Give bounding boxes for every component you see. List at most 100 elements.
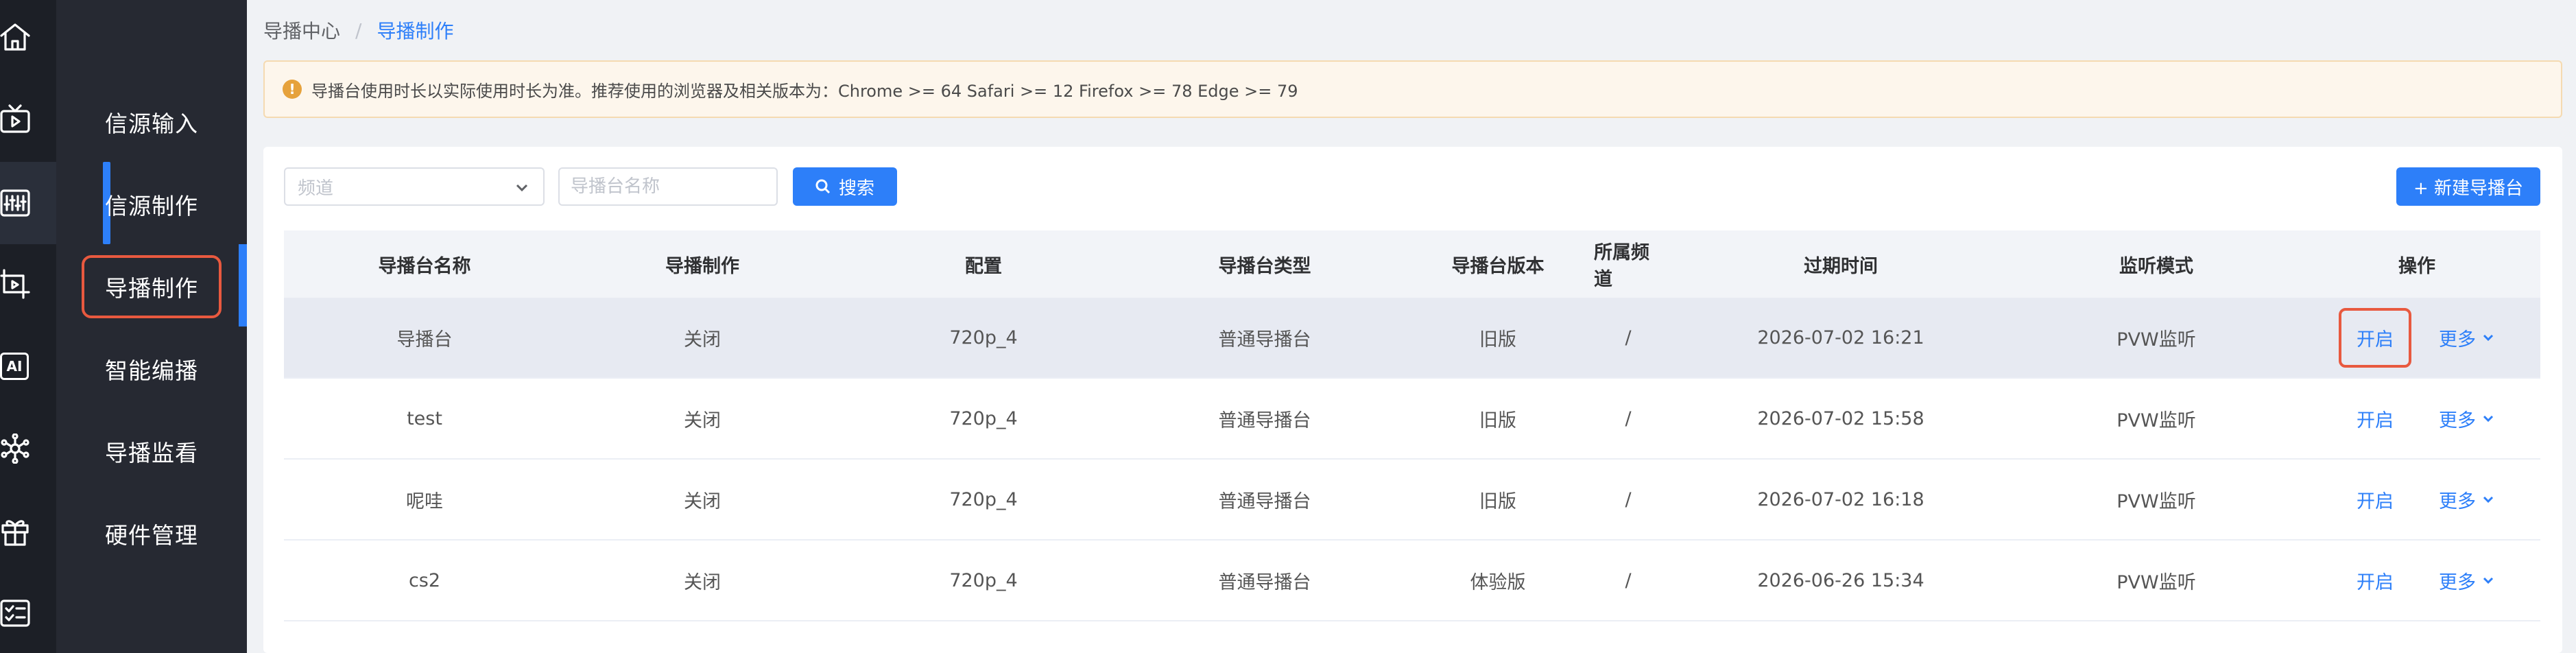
column-header: 所属频道 xyxy=(1594,242,1649,290)
column-header: 导播台版本 xyxy=(1451,255,1545,277)
rail-studio[interactable] xyxy=(0,162,56,244)
checklist-icon xyxy=(0,599,30,627)
column-header: 导播台名称 xyxy=(378,255,471,277)
cell-actions: 开启 更多 xyxy=(2293,541,2540,620)
subnav-item-label: 智能编播 xyxy=(105,357,198,384)
more-dropdown[interactable]: 更多 xyxy=(2439,405,2495,432)
cell-channel: / xyxy=(1625,488,1632,510)
cell-actions: 开启 更多 xyxy=(2293,460,2540,539)
subnav-item-label: 导播制作 xyxy=(82,255,222,318)
studio-icon xyxy=(0,189,30,217)
cell-version: 旧版 xyxy=(1479,490,1516,512)
cell-name: cs2 xyxy=(408,569,441,591)
cell-type: 普通导播台 xyxy=(1218,329,1311,351)
cell-config: 720p_4 xyxy=(949,326,1018,348)
cell-version: 体验版 xyxy=(1470,571,1526,593)
cell-name: 导播台 xyxy=(396,329,453,351)
chevron-down-icon xyxy=(2483,334,2494,342)
table-header: 导播台名称 导播制作 配置 导播台类型 导播台版本 所属频道 过期时间 监听模式… xyxy=(284,230,2540,298)
gift-icon xyxy=(1,520,29,546)
network-icon xyxy=(1,434,29,464)
cell-expire: 2026-06-26 15:34 xyxy=(1757,569,1924,591)
rail-checklist[interactable] xyxy=(0,572,56,653)
cell-monitor: PVW监听 xyxy=(2116,490,2196,512)
cell-monitor: PVW监听 xyxy=(2116,409,2196,431)
more-label: 更多 xyxy=(2439,490,2476,512)
more-dropdown[interactable]: 更多 xyxy=(2439,486,2495,513)
subnav-item-hardware[interactable]: 硬件管理 xyxy=(56,492,247,575)
more-label: 更多 xyxy=(2439,409,2476,431)
column-header: 监听模式 xyxy=(2119,255,2193,277)
cell-production: 关闭 xyxy=(684,490,721,512)
subnav-item-source-input[interactable]: 信源输入 xyxy=(56,81,247,163)
home-icon xyxy=(0,23,30,51)
column-header: 导播制作 xyxy=(665,255,739,277)
cell-production: 关闭 xyxy=(684,571,721,593)
channel-select[interactable]: 频道 xyxy=(284,167,545,206)
cell-actions: 开启 更多 xyxy=(2293,379,2540,458)
subnav-item-label: 信源输入 xyxy=(105,110,198,137)
rail-tv[interactable] xyxy=(0,78,56,161)
channel-select-placeholder: 频道 xyxy=(298,178,334,199)
cell-type: 普通导播台 xyxy=(1218,490,1311,512)
chevron-down-icon xyxy=(513,178,531,196)
new-director-button[interactable]: + 新建导播台 xyxy=(2396,167,2540,206)
subnav-item-label: 硬件管理 xyxy=(105,522,198,549)
column-header: 过期时间 xyxy=(1804,255,1878,277)
more-dropdown[interactable]: 更多 xyxy=(2439,324,2495,351)
cell-monitor: PVW监听 xyxy=(2116,329,2196,351)
search-button[interactable]: 搜索 xyxy=(793,167,897,206)
cell-production: 关闭 xyxy=(684,409,721,431)
subnav-item-source-production[interactable]: 信源制作 xyxy=(56,163,247,246)
open-button[interactable]: 开启 xyxy=(2339,389,2411,449)
cell-type: 普通导播台 xyxy=(1218,571,1311,593)
rail-network[interactable] xyxy=(0,407,56,490)
director-table: 导播台名称 导播制作 配置 导播台类型 导播台版本 所属频道 过期时间 监听模式… xyxy=(284,230,2540,621)
chevron-down-icon xyxy=(2483,496,2494,503)
subnav-item-label: 信源制作 xyxy=(105,193,198,219)
subnav-item-label: 导播监看 xyxy=(105,440,198,466)
rail-director[interactable] xyxy=(0,243,56,325)
cell-config: 720p_4 xyxy=(949,569,1018,591)
table-row[interactable]: cs2 关闭 720p_4 普通导播台 体验版 / 2026-06-26 15:… xyxy=(284,541,2540,621)
open-button[interactable]: 开启 xyxy=(2339,551,2411,610)
tv-icon xyxy=(0,104,30,133)
filter-toolbar: 频道 搜索 + 新建导播台 xyxy=(284,167,2540,207)
new-director-button-label: + 新建导播台 xyxy=(2413,178,2524,199)
subnav-item-director-monitor[interactable]: 导播监看 xyxy=(56,410,247,492)
rail-home[interactable] xyxy=(0,0,56,78)
subnav-item-smart-editing[interactable]: 智能编播 xyxy=(56,328,247,410)
table-row[interactable]: test 关闭 720p_4 普通导播台 旧版 / 2026-07-02 15:… xyxy=(284,379,2540,460)
search-icon xyxy=(815,179,831,194)
cell-expire: 2026-07-02 16:18 xyxy=(1757,488,1924,510)
column-header: 导播台类型 xyxy=(1218,255,1311,277)
open-button[interactable]: 开启 xyxy=(2339,470,2411,530)
column-header: 配置 xyxy=(965,255,1002,277)
cell-channel: / xyxy=(1625,326,1632,348)
cell-name: 呢哇 xyxy=(406,490,443,512)
table-row[interactable]: 呢哇 关闭 720p_4 普通导播台 旧版 / 2026-07-02 16:18… xyxy=(284,460,2540,541)
director-name-input[interactable] xyxy=(558,167,778,206)
search-button-label: 搜索 xyxy=(838,178,874,199)
table-panel: 频道 搜索 + 新建导播台 导播台名称 导播制作 配置 导播台类型 xyxy=(263,147,2562,653)
cell-name: test xyxy=(407,407,442,429)
cell-expire: 2026-07-02 15:58 xyxy=(1757,407,1924,429)
alert-text: 导播台使用时长以实际使用时长为准。推荐使用的浏览器及相关版本为：Chrome >… xyxy=(311,81,1298,101)
cell-monitor: PVW监听 xyxy=(2116,571,2196,593)
warning-icon: ! xyxy=(283,80,302,99)
more-dropdown[interactable]: 更多 xyxy=(2439,567,2495,594)
breadcrumb-root[interactable]: 导播中心 xyxy=(263,16,340,44)
rail-ai[interactable]: AI xyxy=(0,325,56,407)
sub-navigation: 信源输入 信源制作 导播制作 智能编播 导播监看 硬件管理 xyxy=(56,0,247,653)
cell-config: 720p_4 xyxy=(949,407,1018,429)
table-row[interactable]: 导播台 关闭 720p_4 普通导播台 旧版 / 2026-07-02 16:2… xyxy=(284,298,2540,379)
subnav-item-director-production[interactable]: 导播制作 xyxy=(56,246,247,328)
rail-gift[interactable] xyxy=(0,490,56,572)
icon-rail: AI xyxy=(0,0,56,653)
more-label: 更多 xyxy=(2439,571,2476,593)
open-button[interactable]: 开启 xyxy=(2339,307,2411,368)
notice-alert: ! 导播台使用时长以实际使用时长为准。推荐使用的浏览器及相关版本为：Chrome… xyxy=(263,60,2562,118)
ai-icon: AI xyxy=(0,353,29,380)
cell-expire: 2026-07-02 16:21 xyxy=(1757,326,1924,348)
column-header: 操作 xyxy=(2398,255,2435,277)
